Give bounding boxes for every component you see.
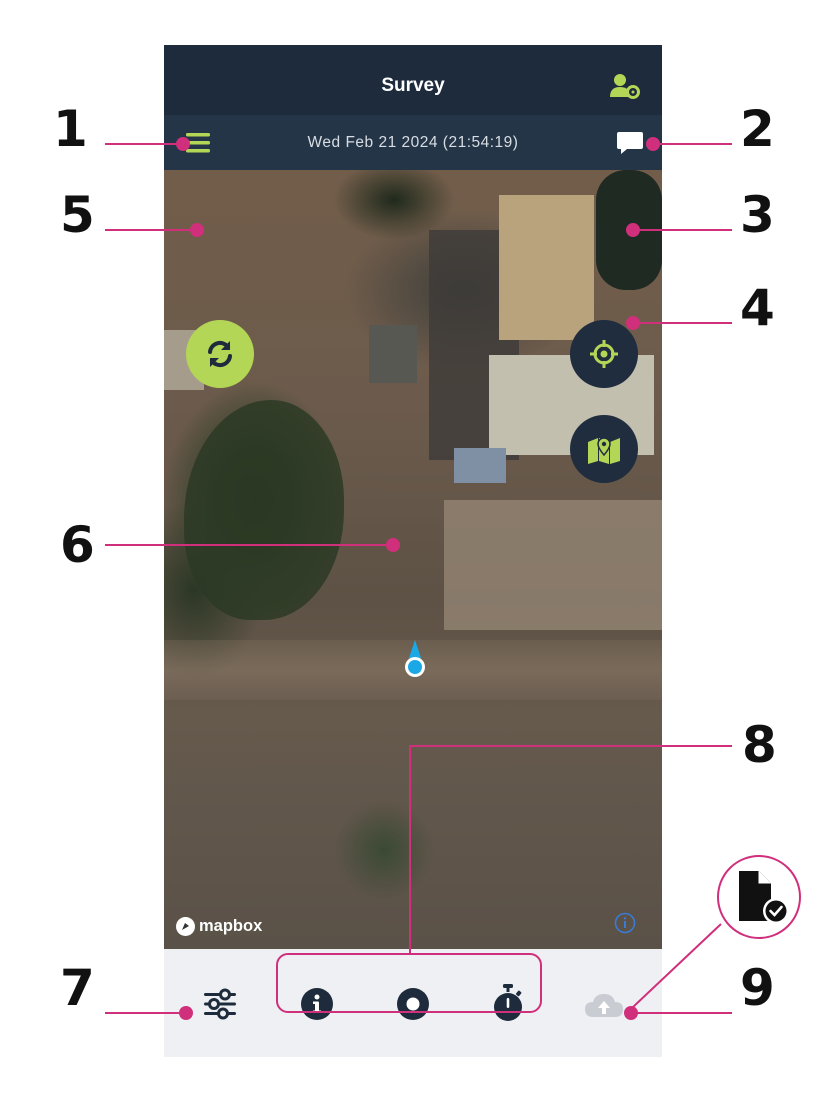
- callout-dot: [176, 137, 190, 151]
- callout-number: 5: [60, 186, 95, 244]
- current-datetime: Wed Feb 21 2024 (21:54:19): [307, 134, 519, 151]
- callout-dot: [190, 223, 204, 237]
- mapbox-logo-text: mapbox: [199, 917, 263, 935]
- callout-number: 1: [53, 100, 88, 158]
- mapbox-logo-icon: [176, 917, 195, 936]
- phone-screen: Survey Wed Feb 21 2024 (21:54:19) mapbox: [164, 45, 662, 1057]
- map-building-roof: [499, 195, 594, 340]
- callout-line: [409, 745, 411, 954]
- chat-bubble-icon[interactable]: [616, 129, 646, 157]
- callout-number: 8: [742, 716, 777, 774]
- title-bar: Survey: [164, 45, 662, 115]
- map-tree: [184, 400, 344, 620]
- callout-number: 3: [740, 186, 775, 244]
- callout-line: [632, 322, 732, 324]
- action-group-outline: [276, 953, 542, 1013]
- map-shed: [369, 325, 417, 383]
- current-location-marker: [405, 640, 425, 677]
- cloud-upload-icon[interactable]: [584, 991, 624, 1019]
- callout-line: [105, 544, 393, 546]
- callout-dot: [179, 1006, 193, 1020]
- refresh-icon: [208, 340, 232, 368]
- locate-button[interactable]: [570, 320, 638, 388]
- callout-dot: [626, 316, 640, 330]
- map-vehicle: [454, 448, 506, 483]
- callout-line: [105, 143, 183, 145]
- callout-line: [105, 1012, 185, 1014]
- callout-number: 7: [60, 959, 95, 1017]
- callout-line: [105, 229, 197, 231]
- crosshair-icon: [590, 340, 618, 368]
- callout-number: 2: [740, 100, 775, 158]
- date-bar: Wed Feb 21 2024 (21:54:19): [164, 115, 662, 170]
- map-layers-button[interactable]: [570, 415, 638, 483]
- document-check-badge: [717, 855, 801, 939]
- callout-line: [632, 229, 732, 231]
- user-settings-icon[interactable]: [610, 73, 640, 99]
- mapbox-logo: mapbox: [176, 917, 262, 936]
- map-layers-icon: [588, 437, 620, 464]
- page-title: Survey: [381, 75, 445, 96]
- callout-number: 4: [740, 279, 775, 337]
- callout-dot: [626, 223, 640, 237]
- map-yard: [444, 500, 662, 630]
- callout-line: [410, 745, 732, 747]
- document-check-icon: [739, 871, 789, 924]
- sliders-icon[interactable]: [202, 987, 238, 1021]
- refresh-button[interactable]: [186, 320, 254, 388]
- callout-number: 9: [740, 959, 775, 1017]
- callout-line: [652, 143, 732, 145]
- callout-dot: [386, 538, 400, 552]
- callout-number: 6: [60, 516, 95, 574]
- satellite-map[interactable]: mapbox: [164, 170, 662, 949]
- callout-dot: [646, 137, 660, 151]
